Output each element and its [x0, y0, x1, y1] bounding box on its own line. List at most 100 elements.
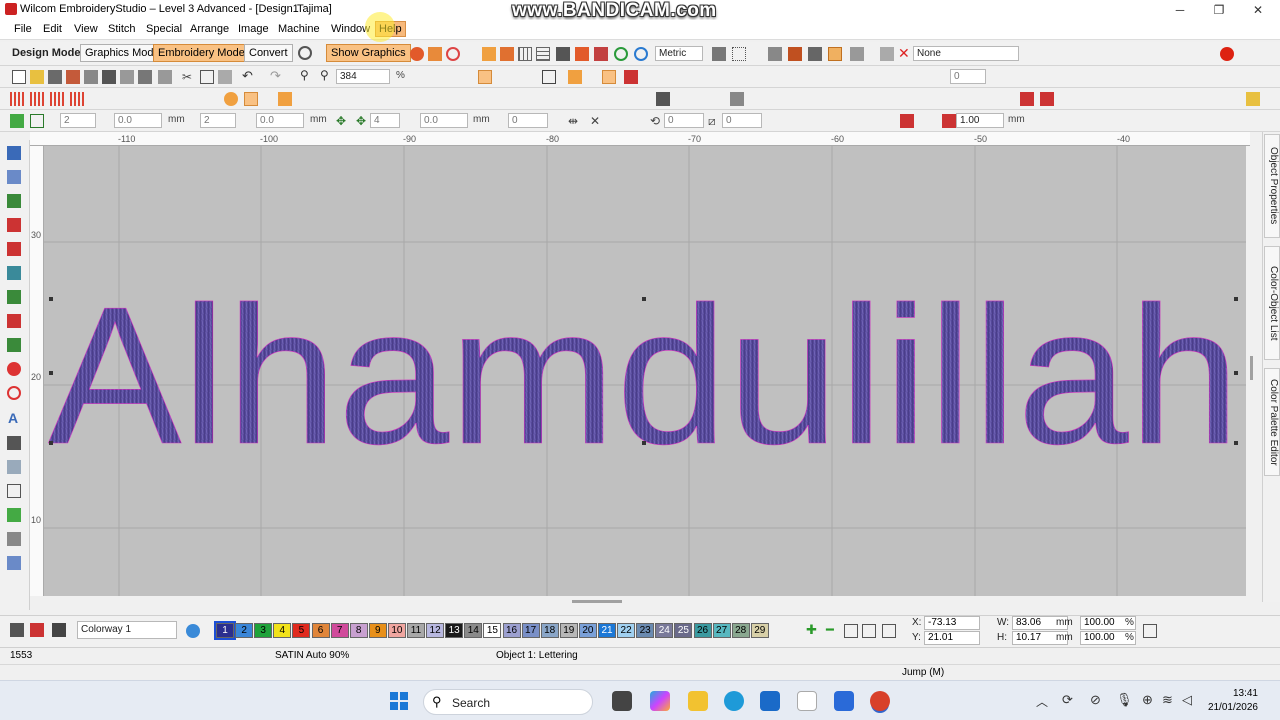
print-preview-icon[interactable]	[84, 70, 98, 84]
thread-swatch[interactable]: 4	[273, 623, 292, 638]
wilcom-app-icon[interactable]	[870, 691, 890, 711]
machine-icon[interactable]	[138, 70, 152, 84]
ellipse-icon[interactable]	[446, 47, 460, 61]
vertical-scrollbar[interactable]	[1246, 146, 1258, 596]
template-icon[interactable]	[7, 556, 21, 570]
zoom-icon[interactable]: ⚲	[300, 68, 314, 82]
fill-tool-icon[interactable]	[7, 266, 21, 280]
copilot-icon[interactable]	[650, 691, 670, 711]
color-film-icon[interactable]	[10, 623, 24, 637]
rotate-icon[interactable]: ⟲	[650, 114, 664, 128]
field-00b[interactable]: 0.0	[256, 113, 304, 128]
density-icon[interactable]	[942, 114, 956, 128]
picture-icon[interactable]	[556, 47, 570, 61]
show-graphics-button[interactable]: Show Graphics	[326, 44, 411, 62]
none-select[interactable]: None	[913, 46, 1019, 61]
thread-swatch[interactable]: 10	[387, 623, 406, 638]
format-icon[interactable]	[158, 70, 172, 84]
field-00c[interactable]: 0.0	[420, 113, 468, 128]
refresh-icon[interactable]	[614, 47, 628, 61]
units-select[interactable]: Metric	[655, 46, 703, 61]
menu-image[interactable]: Image	[238, 23, 269, 35]
restore-button[interactable]: ❐	[1207, 1, 1231, 19]
palette-file-icon[interactable]	[844, 624, 858, 638]
add-color-icon[interactable]: ✚	[806, 622, 817, 638]
cross-icon[interactable]: ✕	[590, 114, 604, 128]
thread-swatch[interactable]: 26	[693, 623, 712, 638]
draw-icon[interactable]	[7, 194, 21, 208]
thread-swatch[interactable]: 27	[712, 623, 731, 638]
lock-objects-icon[interactable]	[730, 92, 744, 106]
tree-icon[interactable]	[7, 290, 21, 304]
outline-icon[interactable]	[410, 47, 424, 61]
thread-swatch[interactable]: 14	[464, 623, 483, 638]
motif-icon[interactable]	[244, 92, 258, 106]
zigzag-icon[interactable]	[7, 242, 21, 256]
horizontal-scrollbar[interactable]	[44, 596, 1246, 608]
thread-swatch[interactable]: 18	[540, 623, 559, 638]
thread-swatch[interactable]: 15	[483, 623, 502, 638]
field-2a[interactable]: 2	[60, 113, 96, 128]
hscroll-thumb[interactable]	[572, 600, 622, 603]
pattern-icon[interactable]	[224, 92, 238, 106]
remove-icon[interactable]	[900, 114, 914, 128]
frame-icon[interactable]	[7, 484, 21, 498]
line-icon[interactable]	[7, 314, 21, 328]
close-button[interactable]: ✕	[1246, 1, 1270, 19]
export-icon[interactable]	[66, 70, 80, 84]
y-value[interactable]: 21.01	[924, 631, 980, 645]
edge-icon[interactable]	[724, 691, 744, 711]
wave-icon[interactable]	[278, 92, 292, 106]
tab-color-object-list[interactable]: Color-Object List	[1264, 246, 1280, 360]
folder-icon[interactable]	[1246, 92, 1260, 106]
menu-view[interactable]: View	[74, 23, 98, 35]
record-icon[interactable]	[1220, 47, 1234, 61]
mirror-icon[interactable]: ⇹	[568, 114, 582, 128]
tray-mic-icon[interactable]: 🎙	[1116, 692, 1133, 708]
thread-swatch[interactable]: 8	[349, 623, 368, 638]
ruler-tool-icon[interactable]	[7, 532, 21, 546]
shape-icon[interactable]	[7, 460, 21, 474]
thread-swatch[interactable]: 1	[214, 621, 236, 640]
menu-file[interactable]: File	[14, 23, 32, 35]
layers-icon[interactable]	[7, 508, 21, 522]
lettering-icon[interactable]	[656, 92, 670, 106]
file-explorer-icon[interactable]	[688, 691, 708, 711]
taskbar-clock[interactable]: 13:41 21/01/2026	[1208, 687, 1258, 715]
dropbox-icon[interactable]	[834, 691, 854, 711]
thread-swatch[interactable]: 21	[598, 623, 616, 638]
thread-swatch[interactable]: 13	[445, 623, 464, 638]
box-icon[interactable]	[788, 47, 802, 61]
copy-icon[interactable]	[200, 70, 214, 84]
print-icon[interactable]	[102, 70, 116, 84]
thread-swatch[interactable]: 19	[559, 623, 578, 638]
field-4[interactable]: 4	[370, 113, 400, 128]
hand-icon[interactable]	[568, 70, 582, 84]
menu-stitch[interactable]: Stitch	[108, 23, 136, 35]
undo-icon[interactable]: ↶	[242, 68, 256, 83]
field-0b[interactable]: 0	[664, 113, 704, 128]
tab-color-palette-editor[interactable]: Color Palette Editor	[1264, 368, 1280, 476]
team-icon[interactable]	[1040, 92, 1054, 106]
trueview-icon[interactable]	[880, 47, 894, 61]
insert-icon[interactable]	[500, 47, 514, 61]
ring-icon[interactable]	[7, 386, 21, 400]
highlight-icon[interactable]	[828, 47, 842, 61]
thread-swatch[interactable]: 29	[750, 623, 769, 638]
people-icon[interactable]	[7, 436, 21, 450]
menu-machine[interactable]: Machine	[278, 23, 320, 35]
thread-swatch[interactable]: 25	[674, 623, 693, 638]
field-00a[interactable]: 0.0	[114, 113, 162, 128]
thread-swatch[interactable]: 5	[292, 623, 311, 638]
taskbar-search[interactable]: ⚲ Search	[423, 689, 593, 715]
color-icon[interactable]	[575, 47, 589, 61]
dots-icon[interactable]	[732, 47, 746, 61]
vscroll-thumb[interactable]	[1250, 356, 1253, 380]
thread-swatch[interactable]: 12	[426, 623, 445, 638]
menu-arrange[interactable]: Arrange	[190, 23, 229, 35]
field-100[interactable]: 1.00	[956, 113, 1004, 128]
reshape-icon[interactable]	[7, 170, 21, 184]
colorway-options-icon[interactable]	[186, 624, 200, 638]
thread-swatch[interactable]: 28	[731, 623, 750, 638]
needle-icon[interactable]	[594, 47, 608, 61]
